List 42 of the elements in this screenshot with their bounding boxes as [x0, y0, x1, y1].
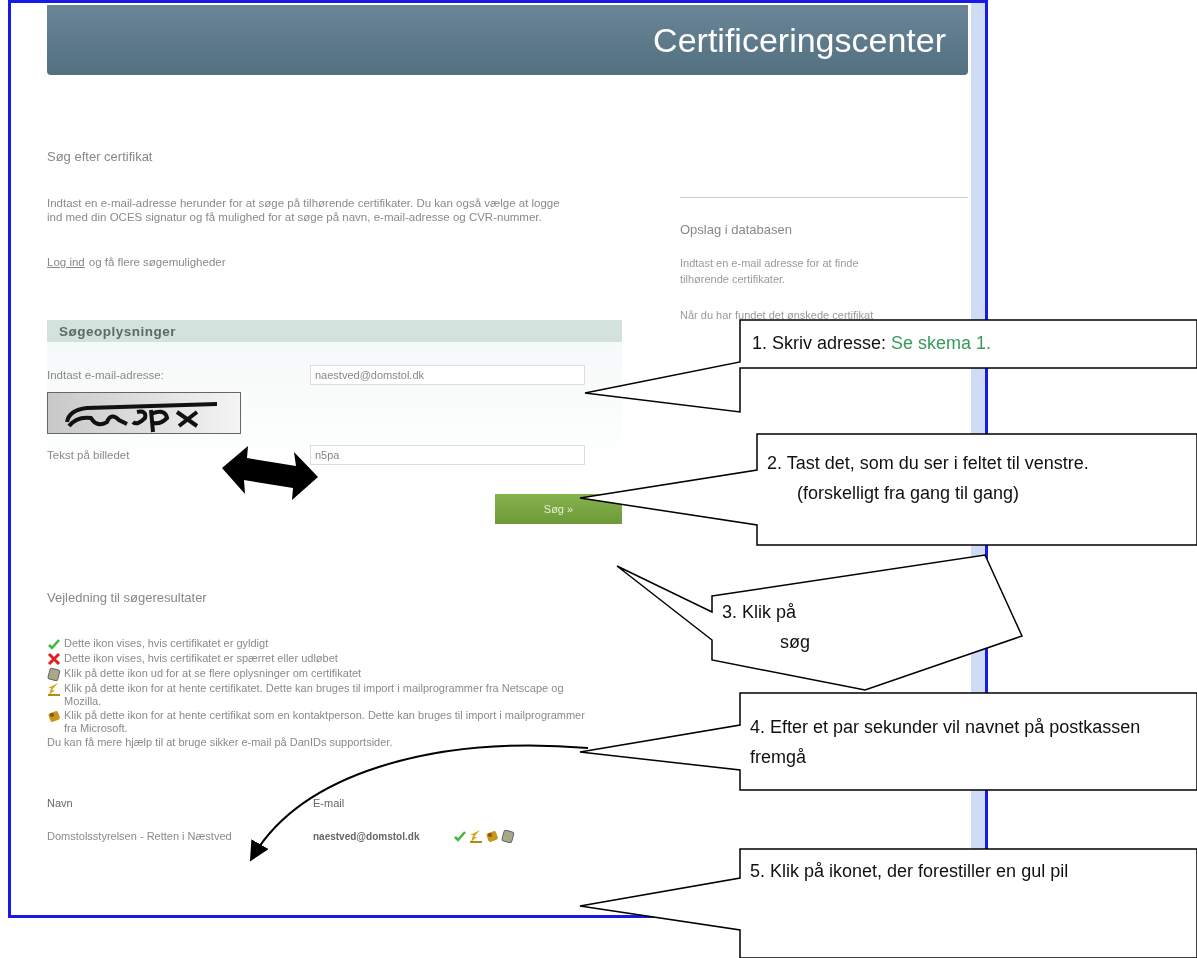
guide-text: Klik på dette ikon for at hente certifikat som en kontaktperson. Dette kan bruges til import i mailprogrammer fra Microsoft. — [64, 709, 586, 735]
guide-text: Dette ikon vises, hvis certifikatet er gyldigt — [64, 637, 269, 650]
callout-text: søg — [779, 631, 811, 654]
callout-text: 4. Efter et par sekunder vil navnet på postkassen fremgå — [750, 716, 1142, 769]
notepad-icon[interactable] — [47, 667, 61, 681]
help-text: Du kan få mere hjælp til at bruge sikker e-mail på DanIDs supportsider. — [47, 736, 393, 749]
email-field[interactable]: naestved@domstol.dk — [310, 365, 585, 385]
column-header: E-mail — [313, 797, 346, 809]
callout-text: 5. Klik på ikonet, der forestiller en gul pil — [750, 860, 1070, 883]
login-text: og få flere søgemuligheder — [88, 256, 226, 268]
callout-text: 1. Skriv adresse: Se skema 1. — [752, 332, 993, 355]
notepad-icon[interactable] — [501, 829, 515, 843]
arrow-icon[interactable] — [469, 829, 483, 843]
captcha-field[interactable]: n5pa — [310, 445, 585, 465]
intro-text: Indtast en e-mail-adresse herunder for at søge på tilhørende certifikater. Du kan også vælge at logge ind med din OCES signatur og få mulighed for at søge på navn, e-mail-adresse og CVR-nummer. — [47, 196, 561, 224]
email-cell-text: naestved@domstol.dk — [313, 830, 421, 842]
search-button[interactable]: Søg » — [495, 494, 622, 524]
guide-text: Dette ikon vises, hvis certifikatet er spærret eller udløbet — [64, 652, 338, 665]
callout-text: (forskelligt fra gang til gang) — [796, 482, 1021, 505]
callout-text: 3. Klik på — [722, 601, 798, 624]
site-title: Certificeringscenter — [653, 20, 946, 60]
panel-title: Søgeoplysninger — [47, 320, 622, 342]
column-header: Navn — [47, 797, 74, 809]
card-icon[interactable] — [47, 709, 61, 723]
cross-icon — [47, 652, 61, 666]
arrow-icon[interactable] — [47, 682, 61, 696]
sidebar-text: Når du har fundet det ønskede certifikat — [680, 308, 875, 323]
check-icon — [453, 829, 467, 843]
page-heading: Søg efter certifikat — [47, 149, 154, 164]
guide-heading: Vejledning til søgeresultater — [47, 590, 208, 605]
name-cell-text: Domstolsstyrelsen - Retten i Næstved — [47, 830, 233, 842]
card-icon[interactable] — [485, 829, 499, 843]
guide-text: Klik på dette ikon ud for at se flere oplysninger om certifikatet — [64, 667, 362, 680]
sidebar-heading: Opslag i databasen — [680, 222, 794, 237]
schema-link[interactable]: Se skema 1. — [891, 333, 992, 353]
check-icon — [47, 637, 61, 651]
captcha-label: Tekst på billedet — [47, 449, 131, 461]
callout-text: 2. Tast det, som du ser i feltet til venstre. — [767, 452, 1090, 475]
email-label: Indtast e-mail-adresse: — [47, 369, 165, 381]
guide-text: Klik på dette ikon for at hente certifikatet. Dette kan bruges til import i mailprogrammer fra Netscape og Mozilla. — [64, 682, 565, 708]
sidebar-text: Indtast en e-mail adresse for at finde tilhørende certifikater. — [680, 256, 860, 287]
login-link[interactable]: Log ind — [47, 256, 85, 268]
